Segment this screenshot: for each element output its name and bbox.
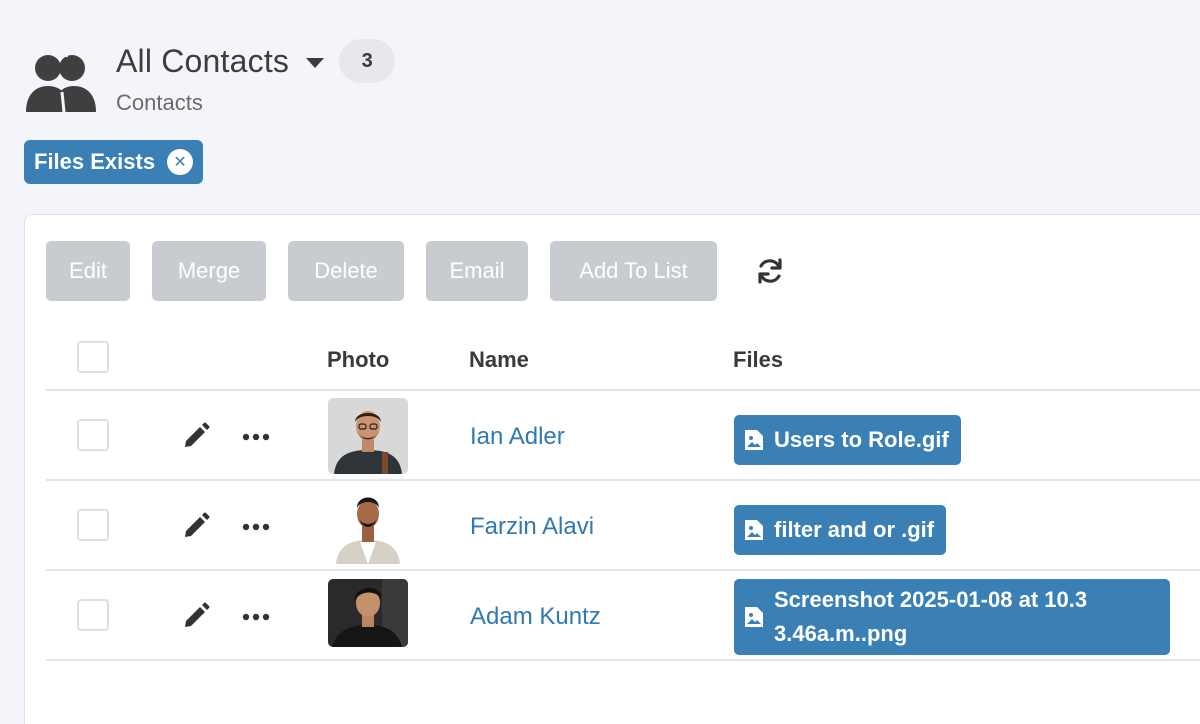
image-file-icon [745,607,763,627]
contact-photo [328,488,408,564]
caret-down-icon[interactable] [305,56,325,70]
close-icon[interactable]: ✕ [167,149,194,175]
file-chip[interactable]: filter and or .gif [734,505,947,555]
filter-chip: Files Exists ✕ [24,140,204,184]
file-name: filter and or .gif [774,517,935,542]
contact-name-link[interactable]: Ian Adler [470,423,565,451]
file-name: Users to Role.gif [774,427,949,452]
edit-button[interactable]: Edit [46,241,130,301]
file-name: Screenshot 2025-01-08 at 10.3 3.46a.m..p… [774,583,1087,651]
count-badge: 3 [339,39,396,83]
email-button[interactable]: Email [426,241,528,301]
image-file-icon [745,520,763,540]
users-icon [26,53,96,113]
contact-name-link[interactable]: Adam Kuntz [470,603,601,631]
delete-button[interactable]: Delete [288,241,404,301]
toolbar: Edit Merge Delete Email Add To List [46,241,785,301]
column-header-name[interactable]: Name [469,347,529,373]
column-header-files[interactable]: Files [733,347,783,373]
pencil-icon[interactable] [182,422,210,450]
page-title[interactable]: All Contacts [116,43,289,80]
file-name-line: Screenshot 2025-01-08 at 10.3 [774,587,1088,612]
row-checkbox[interactable] [77,419,109,451]
page-header: All Contacts 3 Contacts [24,36,396,116]
contact-photo [328,579,408,647]
image-file-icon [745,430,763,450]
more-icon[interactable] [242,613,270,621]
merge-button[interactable]: Merge [152,241,266,301]
contact-name-link[interactable]: Farzin Alavi [470,513,594,541]
select-all-checkbox[interactable] [77,341,109,373]
table-row: Ian Adler Users to Role.gif [46,391,1200,481]
refresh-icon[interactable] [755,256,785,286]
pencil-icon[interactable] [182,512,210,540]
file-name-line: 3.46a.m..png [774,621,908,646]
contacts-card: Edit Merge Delete Email Add To List Phot… [24,214,1200,724]
table-header: Photo Name Files [46,335,1200,391]
contacts-table: Photo Name Files Ian Adler Users to Role… [46,335,1200,661]
more-icon[interactable] [242,523,270,531]
add-to-list-button[interactable]: Add To List [550,241,717,301]
table-row: Farzin Alavi filter and or .gif [46,481,1200,571]
file-chip[interactable]: Users to Role.gif [734,415,961,465]
column-header-photo[interactable]: Photo [327,347,389,373]
file-chip[interactable]: Screenshot 2025-01-08 at 10.3 3.46a.m..p… [734,579,1170,655]
page-subtitle: Contacts [116,90,203,115]
pencil-icon[interactable] [182,602,210,630]
contact-photo [328,398,408,474]
row-checkbox[interactable] [77,599,109,631]
filter-chip-label: Files Exists [34,149,156,174]
more-icon[interactable] [242,433,270,441]
table-row: Adam Kuntz Screenshot 2025-01-08 at 10.3… [46,571,1200,661]
row-checkbox[interactable] [77,509,109,541]
